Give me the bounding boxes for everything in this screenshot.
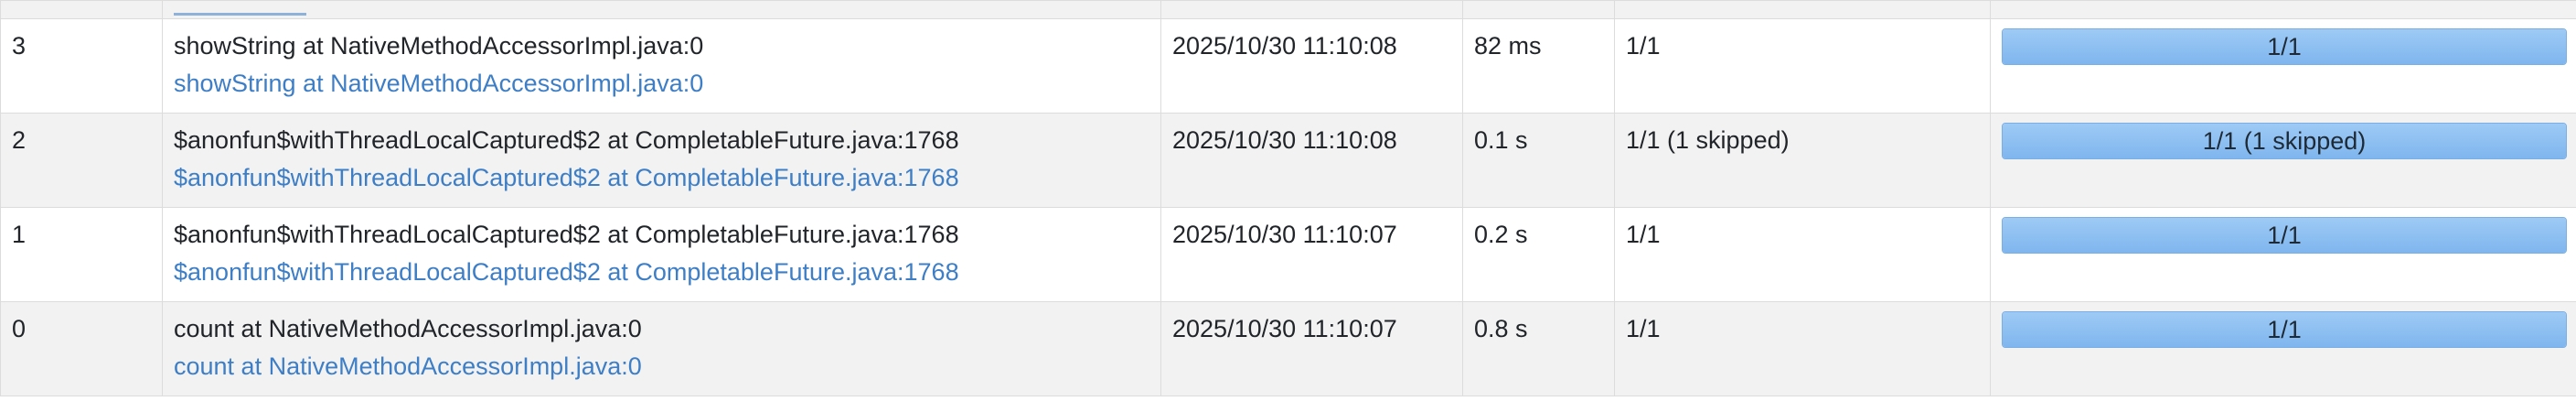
- job-id: 2: [0, 113, 163, 208]
- job-stages: 1/1: [1614, 207, 1991, 302]
- job-duration: 82 ms: [1462, 18, 1615, 114]
- job-description: $anonfun$withThreadLocalCaptured$2 at Co…: [174, 221, 959, 248]
- job-stages: 1/1 (1 skipped): [1614, 113, 1991, 208]
- tasks-progress-bar: 1/1: [2002, 217, 2567, 254]
- job-description-cell: $anonfun$withThreadLocalCaptured$2 at Co…: [162, 207, 1161, 302]
- tasks-progress-label: 1/1 (1 skipped): [2202, 127, 2367, 155]
- job-duration: 0.8 s: [1462, 301, 1615, 396]
- job-tasks-cell: 1/1: [1990, 301, 2576, 396]
- table-row: 3 showString at NativeMethodAccessorImpl…: [0, 18, 2576, 114]
- job-submitted: 2025/10/30 11:10:08: [1160, 113, 1463, 208]
- table-row: 1 $anonfun$withThreadLocalCaptured$2 at …: [0, 207, 2576, 302]
- job-description: count at NativeMethodAccessorImpl.java:0: [174, 315, 642, 342]
- job-tasks-cell: 1/1: [1990, 207, 2576, 302]
- job-description-link[interactable]: showString at NativeMethodAccessorImpl.j…: [174, 65, 1149, 103]
- jobs-table: 3 showString at NativeMethodAccessorImpl…: [0, 0, 2576, 396]
- cell: [0, 0, 163, 19]
- partial-link[interactable]: [174, 13, 306, 16]
- job-id: 3: [0, 18, 163, 114]
- job-tasks-cell: 1/1 (1 skipped): [1990, 113, 2576, 208]
- job-description-cell: showString at NativeMethodAccessorImpl.j…: [162, 18, 1161, 114]
- cell: [1160, 0, 1463, 19]
- job-id: 1: [0, 207, 163, 302]
- job-submitted: 2025/10/30 11:10:07: [1160, 301, 1463, 396]
- cell: [162, 0, 1161, 19]
- tasks-progress-label: 1/1: [2267, 316, 2302, 343]
- job-description: showString at NativeMethodAccessorImpl.j…: [174, 32, 704, 60]
- job-id: 0: [0, 301, 163, 396]
- cell: [1462, 0, 1615, 19]
- tasks-progress-bar: 1/1: [2002, 28, 2567, 65]
- cell: [1614, 0, 1991, 19]
- table-row: 2 $anonfun$withThreadLocalCaptured$2 at …: [0, 113, 2576, 208]
- job-description: $anonfun$withThreadLocalCaptured$2 at Co…: [174, 126, 959, 154]
- cell: [1990, 0, 2576, 19]
- job-tasks-cell: 1/1: [1990, 18, 2576, 114]
- job-description-cell: count at NativeMethodAccessorImpl.java:0…: [162, 301, 1161, 396]
- table-row-partial: [0, 0, 2576, 19]
- tasks-progress-bar: 1/1: [2002, 311, 2567, 348]
- tasks-progress-bar: 1/1 (1 skipped): [2002, 123, 2567, 159]
- job-duration: 0.2 s: [1462, 207, 1615, 302]
- tasks-progress-label: 1/1: [2267, 222, 2302, 249]
- job-submitted: 2025/10/30 11:10:08: [1160, 18, 1463, 114]
- job-description-cell: $anonfun$withThreadLocalCaptured$2 at Co…: [162, 113, 1161, 208]
- tasks-progress-label: 1/1: [2267, 33, 2302, 60]
- job-description-link[interactable]: $anonfun$withThreadLocalCaptured$2 at Co…: [174, 254, 1149, 291]
- table-row: 0 count at NativeMethodAccessorImpl.java…: [0, 301, 2576, 396]
- job-description-link[interactable]: $anonfun$withThreadLocalCaptured$2 at Co…: [174, 159, 1149, 197]
- job-submitted: 2025/10/30 11:10:07: [1160, 207, 1463, 302]
- job-stages: 1/1: [1614, 301, 1991, 396]
- job-duration: 0.1 s: [1462, 113, 1615, 208]
- job-description-link[interactable]: count at NativeMethodAccessorImpl.java:0: [174, 348, 1149, 385]
- job-stages: 1/1: [1614, 18, 1991, 114]
